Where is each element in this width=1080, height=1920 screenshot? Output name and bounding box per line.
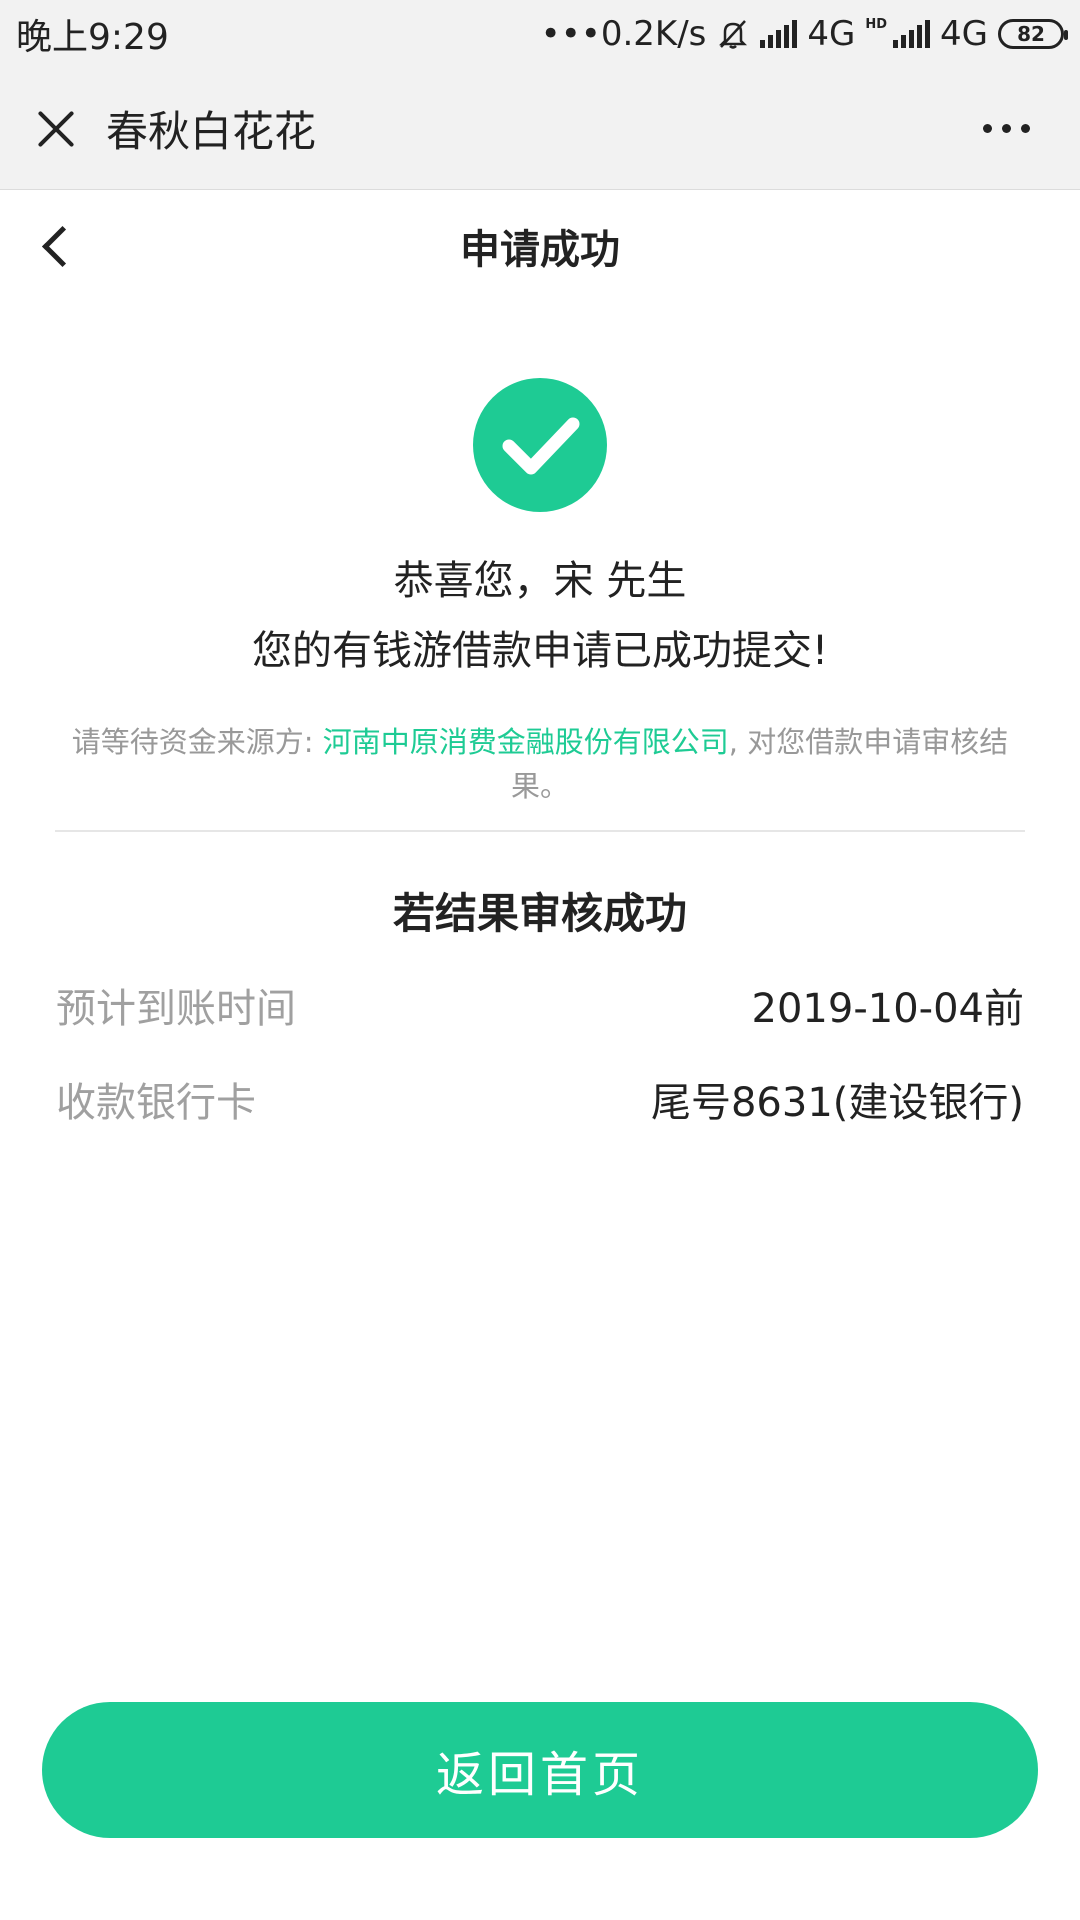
info-value: 尾号8631(建设银行) bbox=[650, 1080, 1024, 1126]
info-row-arrival-time: 预计到账时间 2019-10-04前 bbox=[56, 976, 1024, 1034]
page-header: 申请成功 bbox=[0, 190, 1080, 302]
info-row-bank-card: 收款银行卡 尾号8631(建设银行) bbox=[56, 1070, 1024, 1128]
more-dots-icon[interactable] bbox=[983, 124, 1030, 133]
signal-icon bbox=[760, 20, 798, 48]
submitted-message: 您的有钱游借款申请已成功提交! bbox=[251, 628, 829, 674]
hd-tag: HD bbox=[865, 16, 888, 32]
sim1-network-type: 4G bbox=[807, 14, 856, 54]
notice-text: 请等待资金来源方: 河南中原消费金融股份有限公司, 对您借款申请审核结果。 bbox=[56, 720, 1024, 808]
page-title: 申请成功 bbox=[460, 227, 620, 273]
lender-company: 河南中原消费金融股份有限公司 bbox=[322, 725, 729, 759]
return-home-button[interactable]: 返回首页 bbox=[42, 1702, 1038, 1838]
sim2-network-type: 4G bbox=[940, 14, 988, 54]
wechat-title: 春秋白花花 bbox=[106, 107, 317, 156]
info-value: 2019-10-04前 bbox=[751, 986, 1024, 1032]
battery-icon: 82 bbox=[998, 19, 1068, 49]
status-bar: 晚上9:29 •••0.2K/s 4G HD 4G 82 bbox=[0, 0, 1080, 68]
info-label: 收款银行卡 bbox=[56, 1080, 256, 1126]
close-icon[interactable] bbox=[30, 103, 82, 155]
bell-muted-icon bbox=[716, 17, 750, 51]
divider bbox=[55, 830, 1025, 832]
check-circle-icon bbox=[473, 378, 607, 512]
network-speed: •••0.2K/s bbox=[540, 14, 707, 54]
signal-icon bbox=[893, 20, 931, 48]
result-title: 若结果审核成功 bbox=[392, 889, 687, 938]
status-time: 晚上9:29 bbox=[16, 17, 169, 58]
notice-prefix: 请等待资金来源方: bbox=[71, 725, 323, 759]
greeting-text: 恭喜您，宋 先生 bbox=[393, 558, 687, 604]
status-right: •••0.2K/s 4G HD 4G 82 bbox=[540, 14, 1068, 54]
info-label: 预计到账时间 bbox=[56, 986, 296, 1032]
wechat-title-bar: 春秋白花花 bbox=[0, 68, 1080, 190]
chevron-left-icon[interactable] bbox=[38, 228, 78, 268]
